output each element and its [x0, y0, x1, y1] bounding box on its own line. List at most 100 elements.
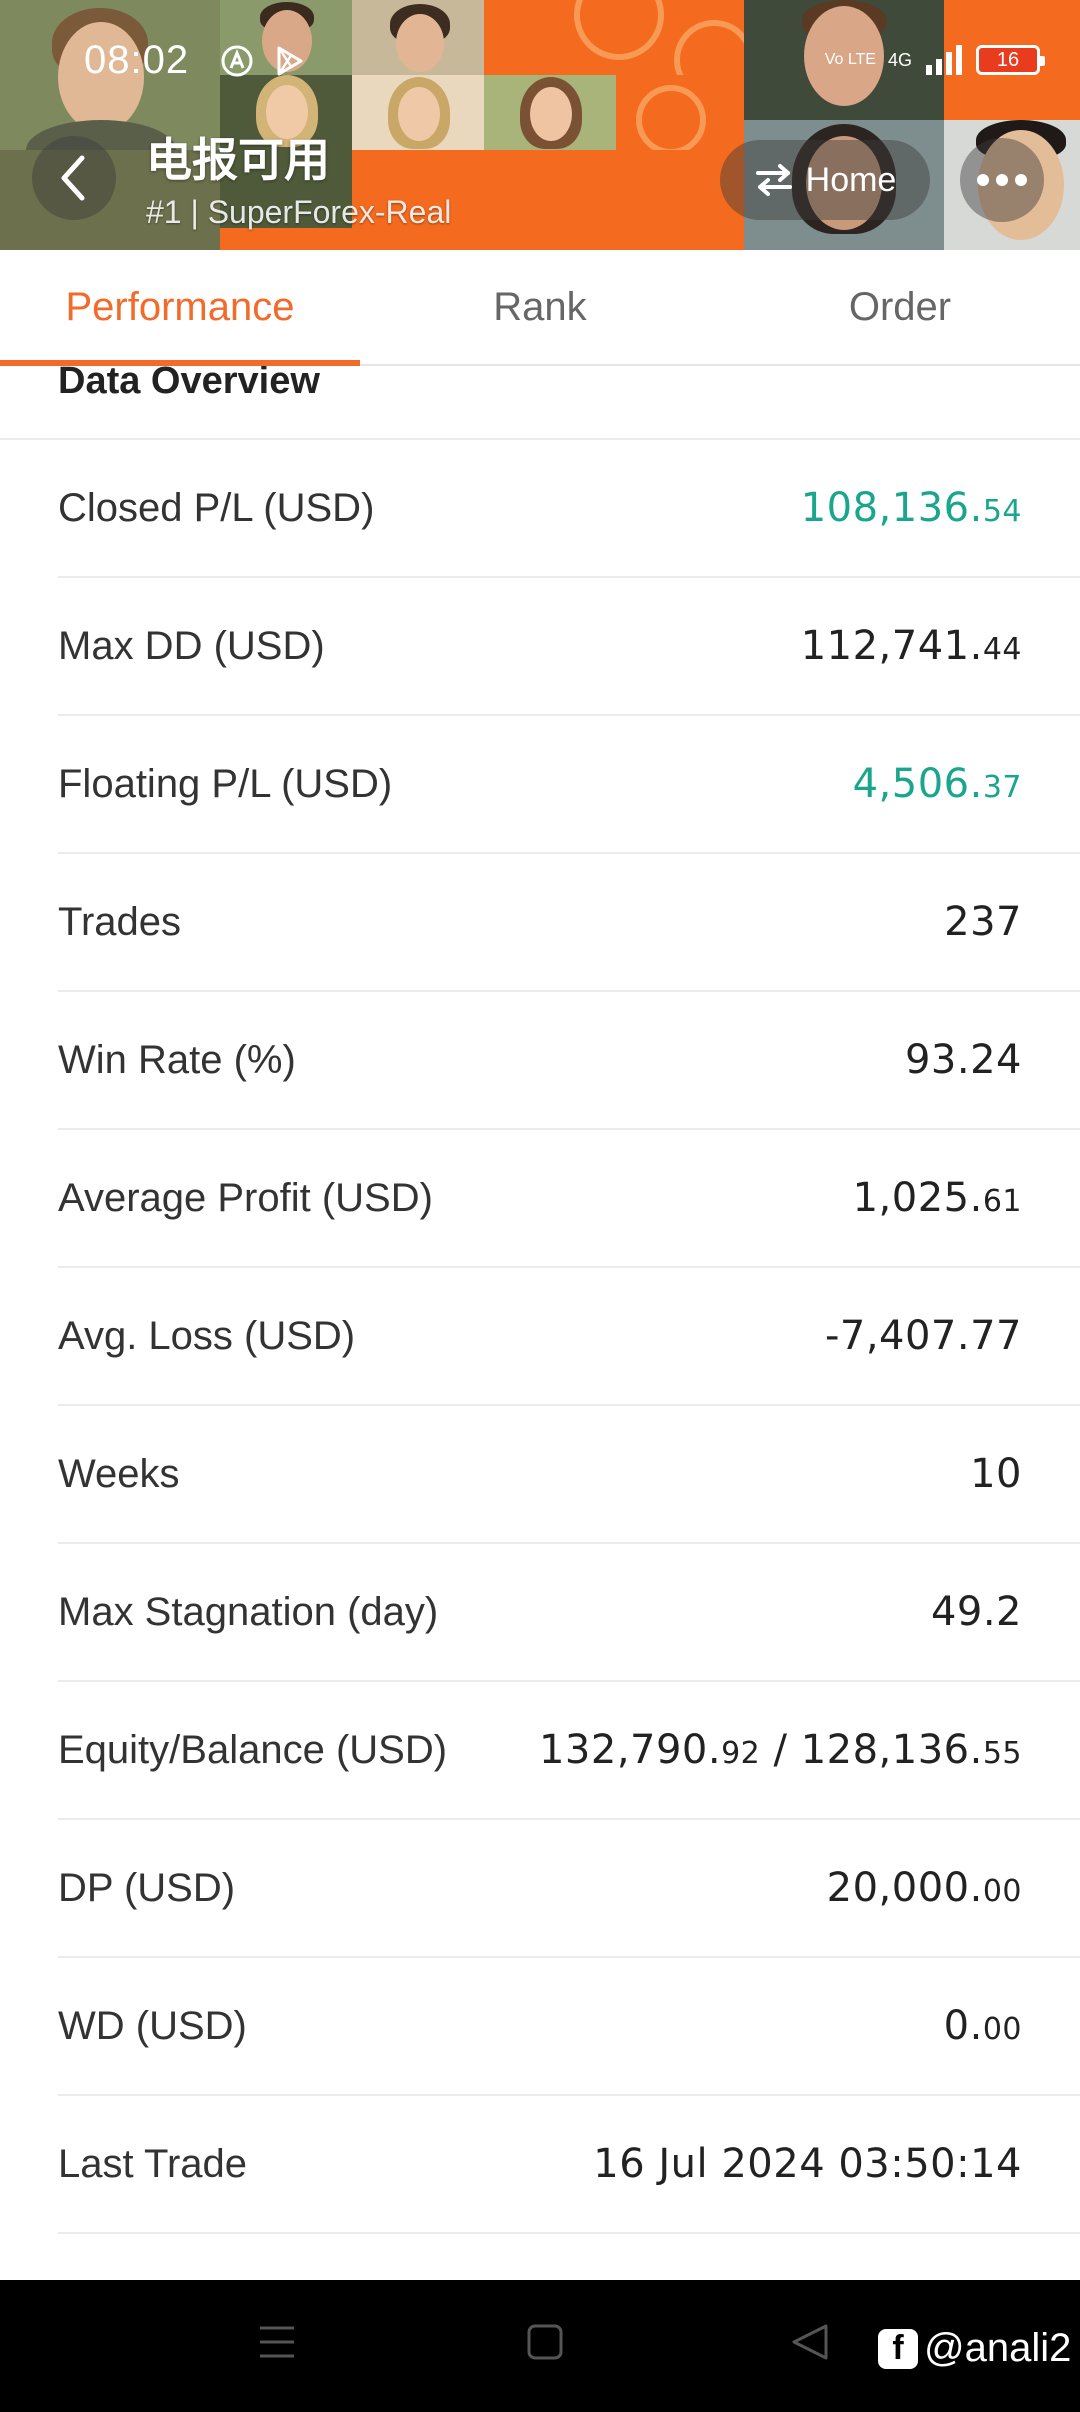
stat-value-part: 92 [721, 1736, 761, 1771]
menu-nav-button[interactable] [258, 2320, 296, 2369]
stat-row: Weeks 10 [58, 1406, 1080, 1544]
stat-label: Trades [58, 899, 182, 944]
back-nav-button[interactable] [790, 2320, 830, 2369]
stat-value: 237 [944, 899, 1022, 945]
stat-row: Trades 237 [58, 854, 1080, 992]
stat-row: Win Rate (%) 93.24 [58, 992, 1080, 1130]
stat-value: 1,025.61 [853, 1175, 1022, 1221]
stat-value-part: 20,000. [826, 1865, 983, 1911]
more-options-button[interactable] [960, 138, 1044, 222]
account-subtitle: #1 | SuperForex-Real [146, 194, 452, 230]
stat-row: Closed P/L (USD) 108,136.54 [58, 440, 1080, 578]
battery-icon: 16 [976, 45, 1045, 75]
stat-label: Equity/Balance (USD) [58, 1727, 448, 1772]
menu-icon [260, 2326, 294, 2358]
stat-value-part: 1,025. [852, 1175, 983, 1221]
stat-value-part: 44 [982, 632, 1022, 667]
stat-label: DP (USD) [58, 1865, 236, 1910]
more-dot-icon [1015, 174, 1027, 186]
stat-label: Max DD (USD) [58, 623, 325, 668]
stat-label: WD (USD) [58, 2003, 247, 2048]
stat-value-part: 93.24 [904, 1037, 1022, 1083]
stat-value-part: 112,741. [800, 623, 983, 669]
page-title: 电报可用 [146, 134, 330, 186]
chevron-left-icon [61, 155, 85, 201]
stat-label: Weeks [58, 1451, 180, 1496]
stat-value: 20,000.00 [827, 1865, 1022, 1911]
stat-row: Max DD (USD) 112,741.44 [58, 578, 1080, 716]
stat-value: -7,407.77 [825, 1313, 1022, 1359]
data-overview-panel[interactable]: Data Overview Closed P/L (USD) 108,136.54… [0, 366, 1080, 2280]
status-time: 08:02 [84, 38, 190, 82]
tab-performance[interactable]: Performance [0, 250, 360, 366]
stat-value-part: 4,506. [852, 761, 983, 807]
tab-order[interactable]: Order [720, 250, 1080, 364]
switch-icon [755, 164, 792, 196]
stat-value-part: / 128,136. [760, 1727, 983, 1773]
stat-value: 108,136.54 [801, 485, 1022, 531]
stat-value-part: 61 [982, 1184, 1022, 1219]
stat-label: Last Trade [58, 2141, 248, 2186]
stat-row: Equity/Balance (USD) 132,790.92 / 128,136… [58, 1682, 1080, 1820]
stat-value: 49.2 [931, 1589, 1022, 1635]
stat-value: 112,741.44 [801, 623, 1022, 669]
network-type: 4G [887, 49, 912, 70]
stat-label: Floating P/L (USD) [58, 761, 393, 806]
header-banner: 08:02 Vo LTE 4G 16 电报可用 #1 | SuperForex-… [0, 0, 1080, 250]
status-indicators: Vo LTE 4G 16 [824, 40, 1045, 80]
stat-label: Max Stagnation (day) [58, 1589, 439, 1634]
stat-value: 10 [970, 1451, 1022, 1497]
watermark-handle: @anali2 [924, 2326, 1072, 2370]
stat-label: Closed P/L (USD) [58, 485, 375, 530]
stat-label: Win Rate (%) [58, 1037, 296, 1082]
section-title: Data Overview [58, 366, 320, 402]
volte-icon: Vo LTE [824, 51, 876, 68]
stat-value: 93.24 [905, 1037, 1022, 1083]
stat-row: Floating P/L (USD) 4,506.37 [58, 716, 1080, 854]
stat-value-part: 55 [982, 1736, 1022, 1771]
home-button-label: Home [805, 160, 897, 199]
stat-value: 0.00 [944, 2003, 1022, 2049]
stats-list: Closed P/L (USD) 108,136.54 Max DD (USD) 11… [0, 440, 1080, 2234]
stat-row: Max Stagnation (day) 49.2 [58, 1544, 1080, 1682]
home-nav-button[interactable] [526, 2320, 564, 2369]
stat-value-part: 00 [982, 1874, 1022, 1909]
play-store-icon [272, 44, 306, 78]
watermark: f @anali2 [878, 2326, 1071, 2371]
stat-row: Last Trade 16 Jul 2024 03:50:14 [58, 2096, 1080, 2234]
stat-value-part: 37 [982, 770, 1022, 805]
back-button[interactable] [32, 136, 116, 220]
stat-label: Avg. Loss (USD) [58, 1313, 356, 1358]
more-dot-icon [977, 174, 989, 186]
stat-value: 132,790.92 / 128,136.55 [539, 1727, 1022, 1773]
square-icon [527, 2324, 563, 2360]
stat-value-part: 00 [982, 2012, 1022, 2047]
home-button[interactable]: Home [720, 140, 930, 220]
facebook-logo-icon: f [878, 2328, 918, 2369]
stat-value-part: 10 [970, 1451, 1022, 1497]
stat-row: WD (USD) 0.00 [58, 1958, 1080, 2096]
stat-value: 4,506.37 [853, 761, 1022, 807]
stat-row: Average Profit (USD) 1,025.61 [58, 1130, 1080, 1268]
stat-value: 16 Jul 2024 03:50:14 [593, 2141, 1022, 2187]
stat-value-part: 49.2 [930, 1589, 1022, 1635]
stat-value-part: -7,407.77 [824, 1313, 1022, 1359]
more-dot-icon [996, 174, 1008, 186]
triangle-back-icon [792, 2324, 828, 2360]
tab-bar: Performance Rank Order [0, 250, 1080, 366]
app-notification-icon [220, 44, 254, 78]
stat-value-part: 54 [982, 494, 1022, 529]
tab-rank[interactable]: Rank [360, 250, 720, 364]
stat-row: Avg. Loss (USD) -7,407.77 [58, 1268, 1080, 1406]
stat-label: Average Profit (USD) [58, 1175, 433, 1220]
signal-icon [926, 45, 962, 75]
stat-value-part: 132,790. [538, 1727, 722, 1773]
battery-level: 16 [996, 48, 1020, 71]
stat-row: DP (USD) 20,000.00 [58, 1820, 1080, 1958]
stat-value-part: 16 Jul 2024 03:50:14 [593, 2141, 1022, 2187]
stat-value-part: 237 [944, 899, 1022, 945]
status-bar: 08:02 Vo LTE 4G 16 [0, 0, 1080, 120]
stat-value-part: 0. [943, 2003, 983, 2049]
stat-value-part: 108,136. [800, 485, 983, 531]
pattern-tile [220, 228, 744, 250]
